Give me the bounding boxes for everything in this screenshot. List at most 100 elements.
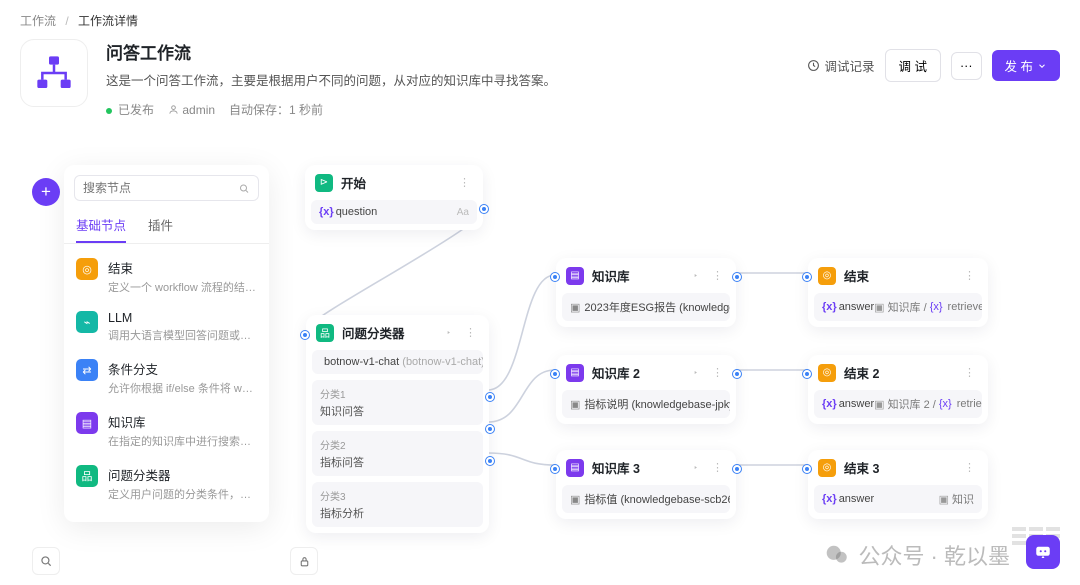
chat-fab[interactable] (1026, 535, 1060, 569)
node-kb-3[interactable]: ▤ 知识库 3 ⋮ ▣指标值 (knowledgebase-scb26l) (556, 450, 736, 519)
node-kb-1[interactable]: ▤ 知识库 ⋮ ▣2023年度ESG报告 (knowledgebase... (556, 258, 736, 327)
port-out[interactable] (733, 273, 741, 281)
node-param: ▣指标值 (knowledgebase-scb26l) (562, 485, 730, 513)
search-input-container (74, 175, 259, 201)
node-list: ◎ 结束定义一个 workflow 流程的结束和... ⌁ LLM调用大语言模型… (64, 244, 269, 516)
port-in[interactable] (301, 331, 309, 339)
node-title: 知识库 2 (592, 363, 682, 382)
workflow-icon (20, 39, 88, 107)
node-param: ▣指标说明 (knowledgebase-jpky3j) (562, 390, 730, 418)
node-param: {x}question Aa (311, 200, 477, 224)
tab-basic[interactable]: 基础节点 (76, 207, 126, 243)
node-kb-2[interactable]: ▤ 知识库 2 ⋮ ▣指标说明 (knowledgebase-jpky3j) (556, 355, 736, 424)
palette-knowledge[interactable]: ▤ 知识库在指定的知识库中进行搜索，召回... (64, 404, 269, 457)
node-menu-icon[interactable]: ⋮ (462, 326, 479, 339)
search-icon[interactable] (238, 182, 250, 195)
node-title: 结束 (844, 266, 953, 285)
port-in[interactable] (803, 465, 811, 473)
play-icon[interactable] (690, 462, 701, 473)
node-end-1[interactable]: ◎ 结束 ⋮ {x}answer ▣知识库 / {x}retrieve (808, 258, 988, 327)
publish-button[interactable]: 发 布 (992, 50, 1060, 81)
breadcrumb-sep: / (65, 14, 68, 28)
port-in[interactable] (551, 273, 559, 281)
port-out[interactable] (733, 370, 741, 378)
palette-classifier[interactable]: 品 问题分类器定义用户问题的分类条件，LLM 能... (64, 457, 269, 510)
end-icon: ◎ (818, 364, 836, 382)
node-title: 结束 2 (844, 363, 953, 382)
port-out[interactable] (733, 465, 741, 473)
owner: admin (168, 103, 215, 117)
node-param: {x}answer ▣知识库 / {x}retrieve (814, 293, 982, 321)
node-menu-icon[interactable]: ⋮ (961, 269, 978, 282)
more-button[interactable]: ··· (951, 52, 982, 80)
node-end-2[interactable]: ◎ 结束 2 ⋮ {x}answer ▣知识库 2 / {x}retrie (808, 355, 988, 424)
port-in[interactable] (803, 273, 811, 281)
history-button[interactable]: 调试记录 (807, 56, 875, 75)
port-out[interactable] (480, 205, 488, 213)
search-input[interactable] (83, 181, 238, 195)
classifier-icon: 品 (316, 324, 334, 342)
watermark: 公众号 · 乾以墨 (824, 539, 1010, 571)
node-start[interactable]: ⊳ 开始 ⋮ {x}question Aa (305, 165, 483, 230)
node-title: 知识库 (592, 266, 682, 285)
history-icon (807, 59, 820, 72)
zoom-button[interactable] (32, 547, 60, 575)
node-menu-icon[interactable]: ⋮ (961, 366, 978, 379)
node-menu-icon[interactable]: ⋮ (709, 461, 726, 474)
start-icon: ⊳ (315, 174, 333, 192)
port-out-3[interactable] (486, 457, 494, 465)
node-menu-icon[interactable]: ⋮ (456, 176, 473, 189)
port-out-2[interactable] (486, 425, 494, 433)
classifier-cat-3: 分类3指标分析 (312, 482, 483, 527)
kb-icon: ▤ (566, 459, 584, 477)
end-icon: ◎ (76, 258, 98, 280)
node-palette: 基础节点 插件 ◎ 结束定义一个 workflow 流程的结束和... ⌁ LL… (64, 165, 269, 522)
page-title: 问答工作流 (106, 39, 807, 64)
node-menu-icon[interactable]: ⋮ (709, 366, 726, 379)
palette-llm[interactable]: ⌁ LLM调用大语言模型回答问题或者对自... (64, 303, 269, 351)
breadcrumb-current: 工作流详情 (78, 14, 138, 28)
page-header: 问答工作流 这是一个问答工作流，主要是根据用户不同的问题，从对应的知识库中寻找答… (0, 35, 1080, 138)
palette-condition[interactable]: ⇄ 条件分支允许你根据 if/else 条件将 workflo... (64, 351, 269, 404)
kb-icon: ▤ (76, 412, 98, 434)
tab-plugins[interactable]: 插件 (148, 207, 173, 243)
end-icon: ◎ (818, 459, 836, 477)
port-in[interactable] (551, 465, 559, 473)
node-classifier[interactable]: 品 问题分类器 ⋮ botnow-v1-chat (botnow-v1-chat… (306, 315, 489, 533)
status-badge: 已发布 (106, 101, 154, 118)
branch-icon: ⇄ (76, 359, 98, 381)
lock-button[interactable] (290, 547, 318, 575)
add-node-fab[interactable]: + (32, 178, 60, 206)
lock-icon (298, 555, 311, 568)
chevron-down-icon (1037, 61, 1047, 71)
classifier-cat-2: 分类2指标问答 (312, 431, 483, 476)
node-menu-icon[interactable]: ⋮ (961, 461, 978, 474)
node-end-3[interactable]: ◎ 结束 3 ⋮ {x}answer ▣知识 (808, 450, 988, 519)
zoom-icon (39, 554, 53, 568)
node-title: 结束 3 (844, 458, 953, 477)
port-in[interactable] (551, 370, 559, 378)
node-param: {x}answer ▣知识 (814, 485, 982, 513)
breadcrumb: 工作流 / 工作流详情 (0, 0, 1080, 35)
node-title: 问题分类器 (342, 323, 435, 342)
node-param: {x}answer ▣知识库 2 / {x}retrie (814, 390, 982, 418)
wechat-icon (824, 542, 850, 568)
page-desc: 这是一个问答工作流，主要是根据用户不同的问题，从对应的知识库中寻找答案。 (106, 70, 807, 89)
classifier-cat-1: 分类1知识问答 (312, 380, 483, 425)
classifier-icon: 品 (76, 465, 98, 487)
end-icon: ◎ (818, 267, 836, 285)
breadcrumb-root[interactable]: 工作流 (20, 14, 56, 28)
kb-icon: ▤ (566, 364, 584, 382)
port-out-1[interactable] (486, 393, 494, 401)
node-menu-icon[interactable]: ⋮ (709, 269, 726, 282)
llm-icon: ⌁ (76, 311, 98, 333)
user-icon (168, 104, 179, 115)
classifier-model: botnow-v1-chat (botnow-v1-chat) (312, 350, 483, 374)
play-icon[interactable] (443, 327, 454, 338)
node-param: ▣2023年度ESG报告 (knowledgebase... (562, 293, 730, 321)
play-icon[interactable] (690, 367, 701, 378)
play-icon[interactable] (690, 270, 701, 281)
debug-button[interactable]: 调 试 (885, 49, 941, 82)
port-in[interactable] (803, 370, 811, 378)
palette-end[interactable]: ◎ 结束定义一个 workflow 流程的结束和... (64, 250, 269, 303)
